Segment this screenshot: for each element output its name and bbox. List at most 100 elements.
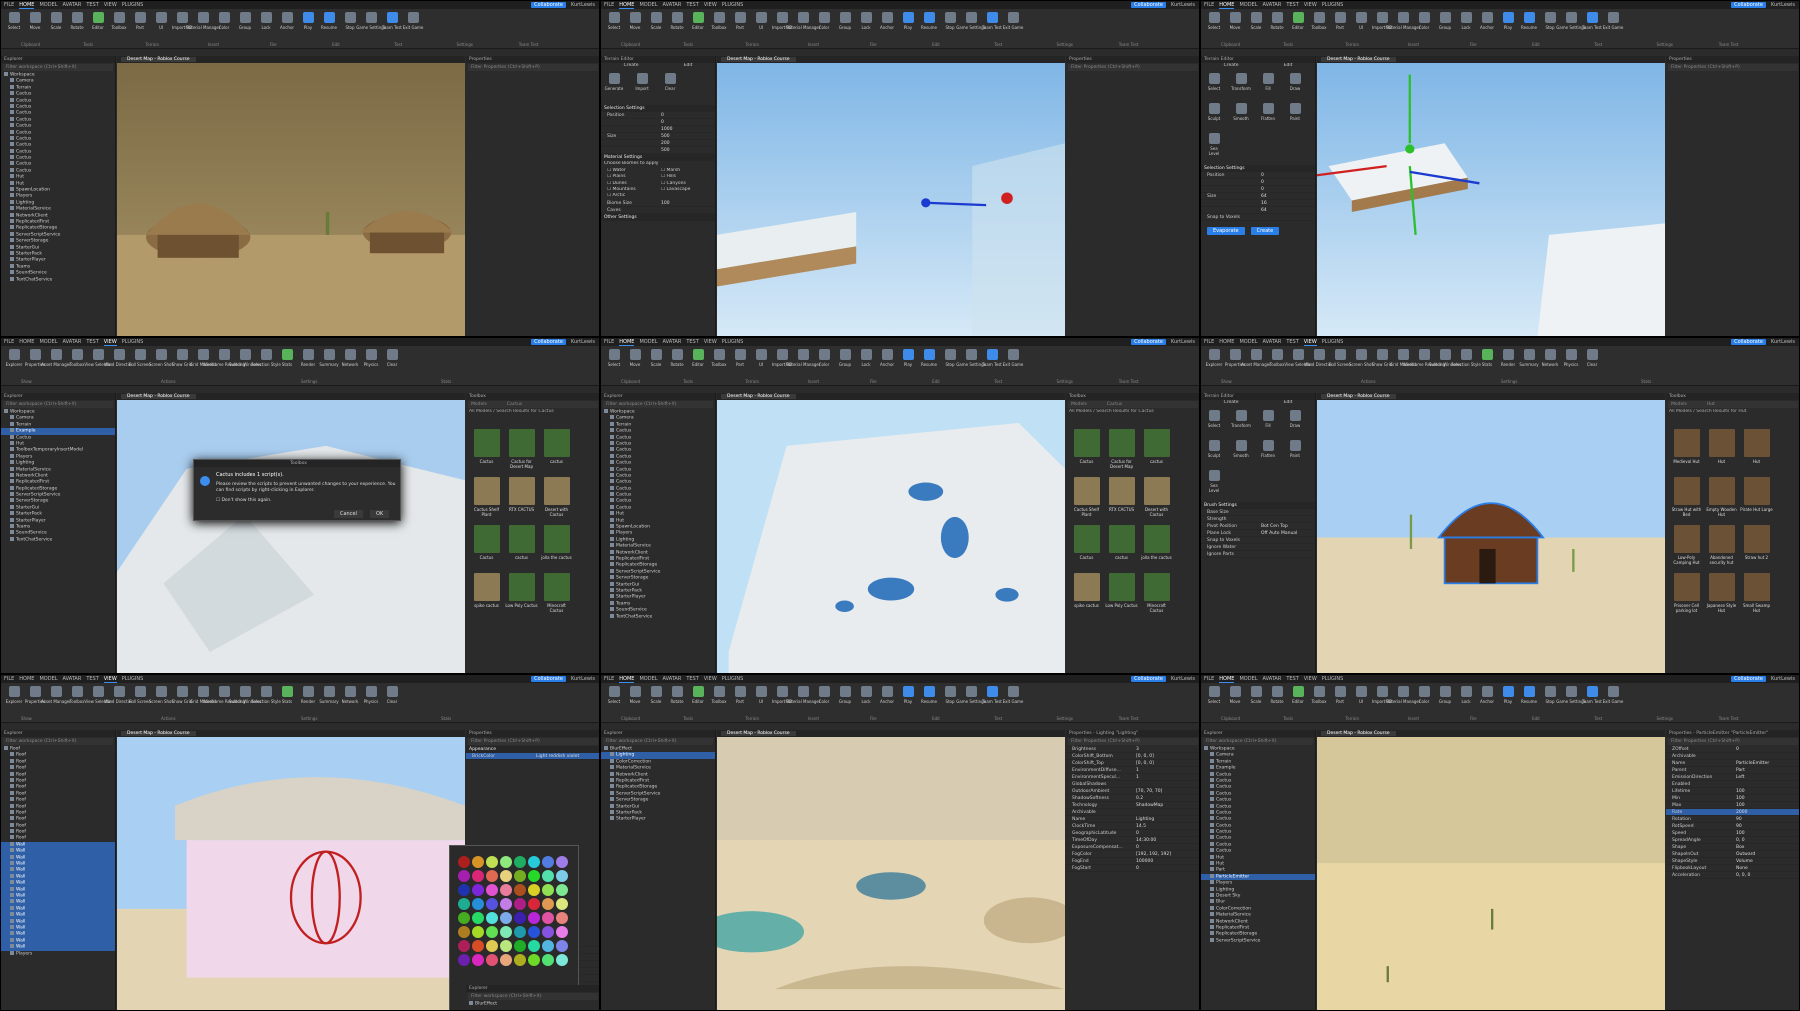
toolbox-asset[interactable]: Cactus xyxy=(1070,429,1103,464)
color-swatch[interactable] xyxy=(458,926,470,938)
viewport-tab[interactable]: Desert Map - Roblox Course xyxy=(1317,56,1665,63)
menu-tab-plugins[interactable]: PLUGINS xyxy=(722,676,743,682)
terrain-tool-sculpt[interactable]: Sculpt xyxy=(1205,103,1223,131)
user-name[interactable]: KurtLewis xyxy=(1171,676,1195,682)
color-swatch[interactable] xyxy=(556,940,568,952)
menu-tab-plugins[interactable]: PLUGINS xyxy=(722,2,743,8)
ribbon-button-resume[interactable]: Resume xyxy=(1520,12,1538,40)
ribbon-button-stats[interactable]: Stats xyxy=(1478,349,1496,377)
ribbon-button-editor[interactable]: Editor xyxy=(1289,12,1307,40)
menu-tab-plugins[interactable]: PLUGINS xyxy=(722,339,743,345)
collaborate-button[interactable]: Collaborate xyxy=(1131,2,1166,8)
terrain-field-input[interactable]: 64 xyxy=(1261,207,1315,213)
ribbon-button-select[interactable]: Select xyxy=(605,686,623,714)
toolbox-category[interactable]: Models xyxy=(471,401,487,408)
toolbox-asset[interactable]: Low-Poly Camping Hut xyxy=(1670,525,1703,565)
properties-filter-input[interactable]: Filter Properties (Ctrl+Shift+P) xyxy=(468,738,598,745)
ribbon-button-anchor[interactable]: Anchor xyxy=(878,686,896,714)
toolbox-asset[interactable]: cactus xyxy=(1105,525,1138,560)
ribbon-button-game-settings[interactable]: Game Settings xyxy=(956,12,986,40)
color-swatch[interactable] xyxy=(542,856,554,868)
particle-property-row[interactable]: Rate 2000 xyxy=(1666,809,1799,816)
lighting-property-row[interactable]: Archivable xyxy=(1066,809,1199,816)
menu-tab-test[interactable]: TEST xyxy=(1286,676,1298,682)
properties-filter-input[interactable]: Filter Properties (Ctrl+Shift+P) xyxy=(1068,738,1198,745)
property-value[interactable]: 3 xyxy=(1136,746,1199,752)
menu-tab-model[interactable]: MODEL xyxy=(39,676,57,682)
ribbon-button-full-screen[interactable]: Full Screen xyxy=(129,686,151,714)
property-value[interactable]: Part xyxy=(1736,767,1799,773)
ribbon-button-team-test[interactable]: Team Test xyxy=(982,12,1002,40)
toolbox-search-bar[interactable]: Models Cactus xyxy=(468,401,598,408)
menu-tab-view[interactable]: VIEW xyxy=(103,676,117,683)
ribbon-button-game-settings[interactable]: Game Settings xyxy=(1556,686,1586,714)
ribbon-button-move[interactable]: Move xyxy=(626,686,644,714)
toolbox-asset[interactable]: Desert with Cactus xyxy=(540,477,573,517)
toolbox-search-text[interactable]: Cactus xyxy=(507,401,522,408)
property-value[interactable] xyxy=(1736,753,1799,759)
color-swatch[interactable] xyxy=(514,884,526,896)
ribbon-button-full-screen[interactable]: Full Screen xyxy=(129,349,151,377)
menu-tab-test[interactable]: TEST xyxy=(1286,339,1298,345)
ribbon-button-selection-style[interactable]: Selection Style xyxy=(1451,349,1481,377)
explorer-filter-input[interactable]: Filter workspace (Ctrl+Shift+X) xyxy=(3,738,113,745)
collaborate-button[interactable]: Collaborate xyxy=(1131,676,1166,682)
menu-tab-model[interactable]: MODEL xyxy=(639,676,657,682)
ribbon-button-exit-game[interactable]: Exit Game xyxy=(403,12,423,40)
property-value[interactable]: 14.5 xyxy=(1136,823,1199,829)
ribbon-button-wind-direction[interactable]: Wind Direction xyxy=(1304,349,1334,377)
terrain-field-input[interactable]: 0 xyxy=(1261,172,1315,178)
ribbon-button-part[interactable]: Part xyxy=(131,12,149,40)
toolbox-category[interactable]: Models xyxy=(1071,401,1087,408)
lighting-property-row[interactable]: EnvironmentDiffuse... 1 xyxy=(1066,767,1199,774)
collaborate-button[interactable]: Collaborate xyxy=(1731,2,1766,8)
toolbox-asset[interactable]: Cactus Shelf Plant xyxy=(470,477,503,517)
toolbox-asset[interactable]: Cactus xyxy=(470,525,503,560)
lighting-property-row[interactable]: OutdoorAmbient [70, 70, 70] xyxy=(1066,788,1199,795)
ribbon-button-move[interactable]: Move xyxy=(626,349,644,377)
menu-tab-home[interactable]: HOME xyxy=(19,676,34,682)
terrain-field-input[interactable]: 64 xyxy=(1261,193,1315,199)
brush-setting-value[interactable] xyxy=(1261,509,1315,515)
property-value[interactable]: 100 xyxy=(1736,830,1799,836)
ribbon-button-material-manager[interactable]: Material Manager xyxy=(785,686,821,714)
viewport-tab[interactable]: Desert Map - Roblox Course xyxy=(117,730,465,737)
ribbon-button-toolbox[interactable]: Toolbox xyxy=(68,686,86,714)
toolbox-asset[interactable]: Abandoned security hut xyxy=(1705,525,1738,565)
ribbon-button-toolbox[interactable]: Toolbox xyxy=(1268,349,1286,377)
viewport-tab[interactable]: Desert Map - Roblox Course xyxy=(717,730,1065,737)
terrain-tool-clear[interactable]: Clear xyxy=(661,73,679,101)
viewport-tab[interactable]: Desert Map - Roblox Course xyxy=(717,56,1065,63)
particle-property-row[interactable]: Rotation 90 xyxy=(1666,816,1799,823)
property-value[interactable]: [0, 0, 0] xyxy=(1136,760,1199,766)
menu-tab-model[interactable]: MODEL xyxy=(639,2,657,8)
ribbon-button-scale[interactable]: Scale xyxy=(47,12,65,40)
ribbon-button-color[interactable]: Color xyxy=(815,12,833,40)
lighting-property-row[interactable]: Name Lighting xyxy=(1066,816,1199,823)
ribbon-button-physics[interactable]: Physics xyxy=(362,349,380,377)
menu-tab-test[interactable]: TEST xyxy=(86,339,98,345)
menu-tab-model[interactable]: MODEL xyxy=(1239,339,1257,345)
property-value[interactable]: None xyxy=(1736,865,1799,871)
toolbox-asset[interactable]: Cactus xyxy=(1070,525,1103,560)
lighting-property-row[interactable]: Technology ShadowMap xyxy=(1066,802,1199,809)
color-swatch[interactable] xyxy=(556,856,568,868)
ribbon-button-play[interactable]: Play xyxy=(899,12,917,40)
ribbon-button-ui[interactable]: UI xyxy=(1352,686,1370,714)
viewport-scene[interactable] xyxy=(717,737,1065,1011)
property-value[interactable]: Box xyxy=(1736,844,1799,850)
lighting-property-row[interactable]: ExposureCompensat... 0 xyxy=(1066,844,1199,851)
ribbon-button-game-settings[interactable]: Game Settings xyxy=(1556,12,1586,40)
ribbon-button-editor[interactable]: Editor xyxy=(689,349,707,377)
toolbox-asset[interactable]: spike cactus xyxy=(470,573,503,608)
property-value[interactable] xyxy=(1736,781,1799,787)
property-value[interactable]: 90 xyxy=(1736,816,1799,822)
ribbon-button-material-manager[interactable]: Material Manager xyxy=(185,12,221,40)
viewport[interactable]: Desert Map - Roblox CourseGalaxy xyxy=(1317,730,1665,1010)
ribbon-button-group[interactable]: Group xyxy=(1436,12,1454,40)
ribbon-button-anchor[interactable]: Anchor xyxy=(878,12,896,40)
lighting-property-row[interactable]: Brightness 3 xyxy=(1066,746,1199,753)
user-name[interactable]: KurtLewis xyxy=(1171,339,1195,345)
color-swatch[interactable] xyxy=(500,940,512,952)
toolbox-asset[interactable]: RTX CACTUS xyxy=(505,477,538,512)
